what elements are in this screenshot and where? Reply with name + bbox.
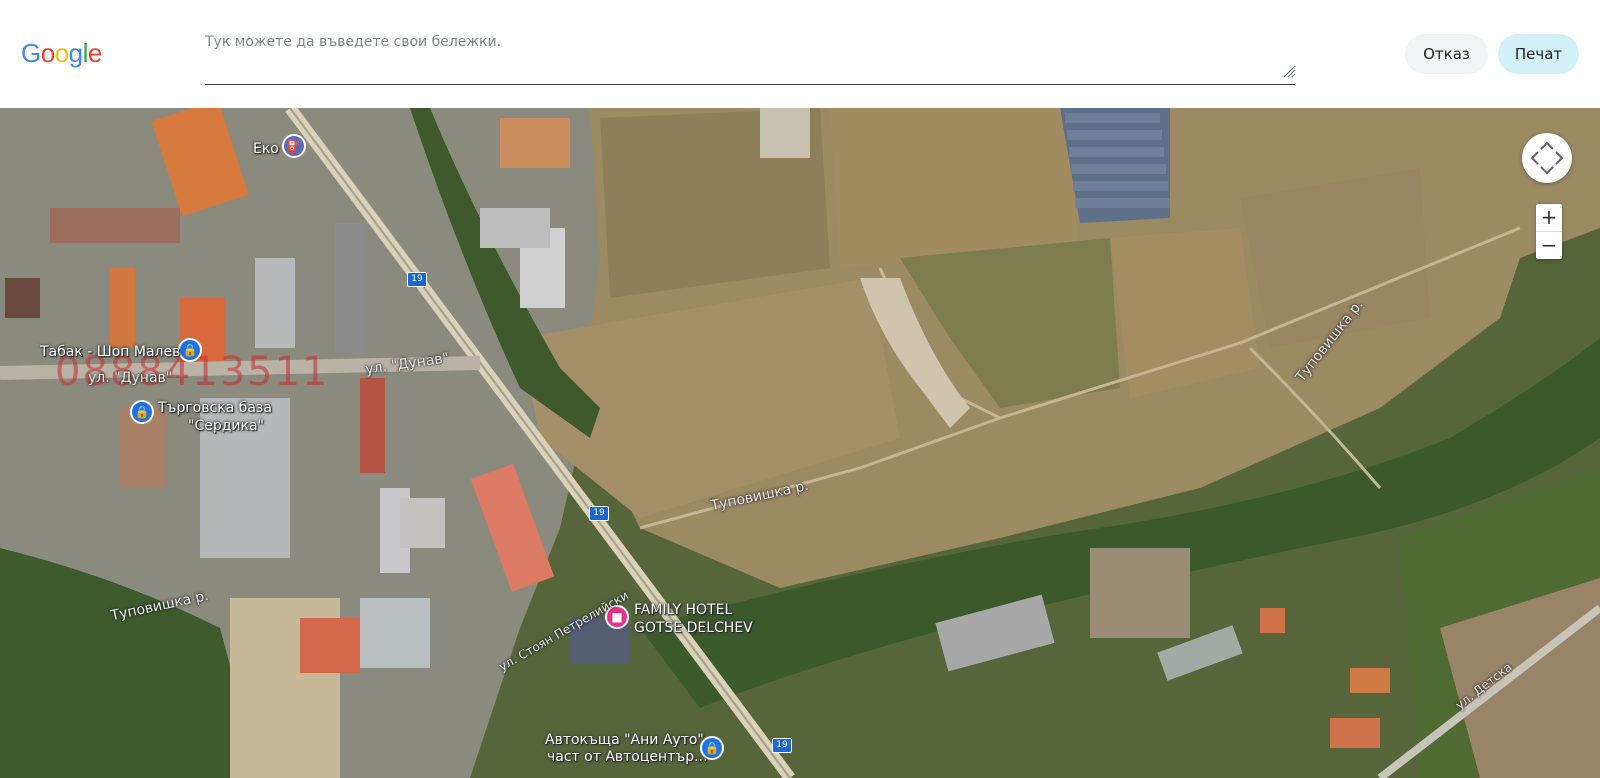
zoom-control: + − bbox=[1536, 204, 1562, 259]
google-logo: Google bbox=[21, 38, 102, 69]
place-label-targovska-line2[interactable]: "Сердика" bbox=[188, 418, 264, 434]
route-19-shield: 19 bbox=[772, 738, 792, 753]
zoom-in-button[interactable]: + bbox=[1536, 204, 1562, 232]
logo-letter: G bbox=[21, 38, 41, 68]
logo-letter: o bbox=[40, 38, 55, 68]
place-label-tabak[interactable]: Табак - Шоп Малев bbox=[40, 344, 180, 360]
resize-handle-icon[interactable] bbox=[1283, 65, 1296, 78]
zoom-out-button[interactable]: − bbox=[1536, 232, 1562, 259]
satellite-imagery bbox=[0, 108, 1600, 778]
print-header: Google Отказ Печат bbox=[0, 0, 1600, 108]
place-label-hotel-line1[interactable]: FAMILY HOTEL bbox=[634, 602, 732, 618]
satellite-map[interactable]: 0888413511 ⛽ Еко 🔒 Табак - Шоп Малев 🔒 Т… bbox=[0, 108, 1600, 778]
route-19-shield: 19 bbox=[407, 272, 427, 287]
place-label-autohouse-line2[interactable]: част от Автоцентър... bbox=[547, 749, 707, 765]
place-label-eko[interactable]: Еко bbox=[253, 141, 279, 157]
logo-letter: o bbox=[54, 38, 69, 68]
notes-input[interactable] bbox=[205, 30, 1295, 85]
route-19-shield: 19 bbox=[589, 506, 609, 521]
place-label-targovska-line1[interactable]: Търговска база bbox=[158, 400, 272, 416]
place-label-hotel-line2[interactable]: GOTSE DELCHEV bbox=[634, 620, 753, 636]
print-button[interactable]: Печат bbox=[1498, 34, 1579, 74]
shopping-bag-icon[interactable]: 🔒 bbox=[178, 338, 202, 362]
compass-arrows-icon bbox=[1530, 141, 1564, 175]
logo-letter: e bbox=[87, 38, 102, 68]
road-label-dunav: ул. "Дунав" bbox=[88, 370, 173, 386]
fuel-station-icon[interactable]: ⛽ bbox=[282, 134, 306, 158]
logo-letter: g bbox=[68, 38, 83, 68]
map-pan-control[interactable] bbox=[1522, 133, 1572, 183]
cancel-button[interactable]: Отказ bbox=[1405, 34, 1488, 74]
shopping-bag-icon[interactable]: 🔒 bbox=[130, 400, 154, 424]
place-label-autohouse-line1[interactable]: Автокъща "Ани Ауто" bbox=[545, 732, 704, 748]
